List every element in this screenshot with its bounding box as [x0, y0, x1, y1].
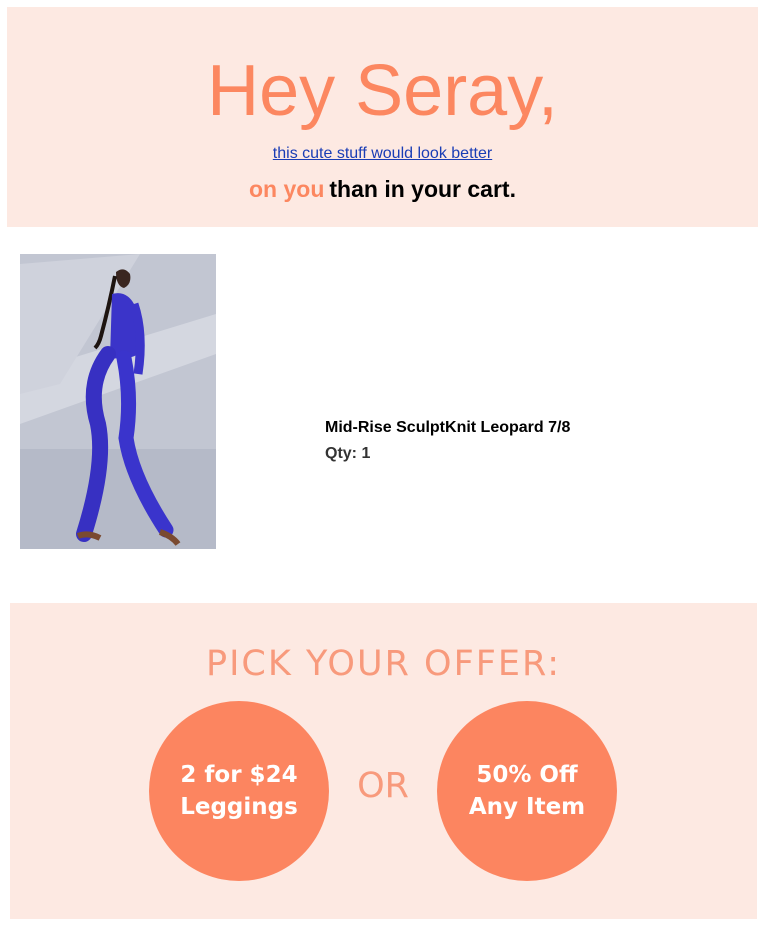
product-photo-icon — [20, 254, 216, 549]
offer-panel: PICK YOUR OFFER: 2 for $24 Leggings OR 5… — [10, 603, 757, 919]
subtitle-rest: than in your cart. — [329, 176, 516, 202]
greeting-heading: Hey Seray, — [207, 51, 558, 131]
product-image[interactable] — [20, 254, 216, 549]
product-name[interactable]: Mid-Rise SculptKnit Leopard 7/8 — [325, 417, 570, 439]
offer-leggings-button[interactable]: 2 for $24 Leggings — [149, 701, 329, 881]
cart-item-row: Mid-Rise SculptKnit Leopard 7/8 Qty: 1 — [20, 254, 750, 550]
offer-separator: OR — [357, 766, 409, 806]
offer-half-off-button[interactable]: 50% Off Any Item — [437, 701, 617, 881]
cart-reminder-subtitle: on you than in your cart. — [7, 174, 758, 204]
subtitle-accent: on you — [249, 176, 325, 202]
cart-reminder-link[interactable]: this cute stuff would look better — [7, 144, 758, 164]
product-info: Mid-Rise SculptKnit Leopard 7/8 Qty: 1 — [325, 417, 570, 465]
offer-half-off-label: 50% Off Any Item — [468, 762, 586, 820]
product-quantity: Qty: 1 — [325, 445, 371, 462]
hero-banner: Hey Seray, this cute stuff would look be… — [7, 7, 758, 227]
offer-leggings-label: 2 for $24 Leggings — [180, 762, 298, 820]
offer-title: PICK YOUR OFFER: — [206, 644, 561, 684]
